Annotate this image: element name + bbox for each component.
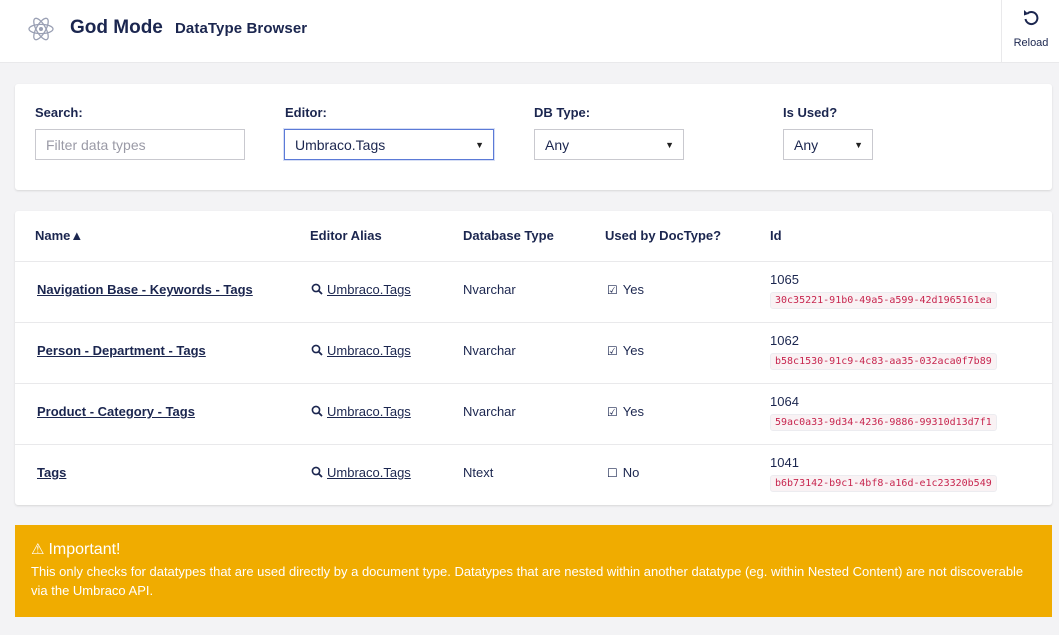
reload-icon — [1024, 10, 1039, 26]
editor-alias-link[interactable]: Umbraco.Tags — [311, 343, 411, 358]
used-status-text: Yes — [622, 343, 644, 358]
datatype-id: 1041 — [770, 455, 799, 470]
datatype-table: Name▲ Editor Alias Database Type Used by… — [15, 211, 1052, 505]
used-status-text: Yes — [622, 282, 644, 297]
chevron-down-icon: ▼ — [854, 140, 863, 150]
datatype-name-link[interactable]: Navigation Base - Keywords - Tags — [37, 282, 253, 297]
database-type: Ntext — [463, 465, 494, 480]
used-status: ☑ Yes — [607, 282, 644, 297]
column-header-used[interactable]: Used by DocType? — [605, 228, 721, 243]
datatype-guid: b6b73142-b9c1-4bf8-a16d-e1c23320b549 — [770, 475, 997, 492]
editor-alias-text: Umbraco.Tags — [327, 282, 411, 297]
used-status: ☑ Yes — [607, 404, 644, 419]
table-row: Navigation Base - Keywords - Tags Umbrac… — [15, 261, 1052, 322]
column-header-id[interactable]: Id — [770, 228, 782, 243]
reload-label: Reload — [1013, 37, 1049, 49]
datatype-guid: b58c1530-91c9-4c83-aa35-032aca0f7b89 — [770, 353, 997, 370]
table-row: Product - Category - Tags Umbraco.Tags N… — [15, 383, 1052, 444]
database-type: Nvarchar — [463, 282, 516, 297]
table-row: Tags Umbraco.Tags Ntext ☐ No 1041 b6b7314… — [15, 444, 1052, 505]
alert-body: This only checks for datatypes that are … — [31, 564, 1024, 598]
datatype-guid: 59ac0a33-9d34-4236-9886-99310d13d7f1 — [770, 414, 997, 431]
chevron-down-icon: ▼ — [665, 140, 674, 150]
editor-alias-link[interactable]: Umbraco.Tags — [311, 282, 411, 297]
editor-alias-link[interactable]: Umbraco.Tags — [311, 404, 411, 419]
filter-panel: Search: Filter data types Editor: Umbrac… — [15, 84, 1052, 190]
editor-select[interactable]: Umbraco.Tags ▼ — [284, 129, 494, 160]
atom-icon — [28, 17, 54, 41]
used-status: ☐ No — [607, 465, 639, 480]
datatype-name-link[interactable]: Product - Category - Tags — [37, 404, 195, 419]
search-input[interactable]: Filter data types — [35, 129, 245, 160]
column-header-dbtype[interactable]: Database Type — [463, 228, 554, 243]
datatype-name-link[interactable]: Person - Department - Tags — [37, 343, 206, 358]
chevron-down-icon: ▼ — [475, 140, 484, 150]
table-row: Person - Department - Tags Umbraco.Tags … — [15, 322, 1052, 383]
alert-title-line: ⚠ Important! — [31, 540, 1036, 559]
editor-label: Editor: — [285, 105, 327, 120]
search-icon — [311, 344, 323, 356]
checked-box-icon: ☑ — [607, 344, 618, 358]
datatype-name-link[interactable]: Tags — [37, 465, 66, 480]
database-type: Nvarchar — [463, 343, 516, 358]
alert-title: Important! — [48, 541, 121, 558]
dbtype-select-value: Any — [545, 137, 570, 153]
editor-alias-text: Umbraco.Tags — [327, 404, 411, 419]
isused-select[interactable]: Any ▼ — [783, 129, 873, 160]
isused-label: Is Used? — [783, 105, 838, 120]
column-header-alias[interactable]: Editor Alias — [310, 228, 382, 243]
dbtype-label: DB Type: — [534, 105, 591, 120]
checked-box-icon: ☑ — [607, 405, 618, 419]
page-title: DataType Browser — [175, 20, 308, 37]
editor-alias-text: Umbraco.Tags — [327, 343, 411, 358]
used-status: ☑ Yes — [607, 343, 644, 358]
search-label: Search: — [35, 105, 83, 120]
editor-alias-link[interactable]: Umbraco.Tags — [311, 465, 411, 480]
datatype-id: 1064 — [770, 394, 799, 409]
used-status-text: No — [622, 465, 640, 480]
database-type: Nvarchar — [463, 404, 516, 419]
isused-select-value: Any — [794, 137, 819, 153]
checked-box-icon: ☑ — [607, 283, 618, 297]
editor-alias-text: Umbraco.Tags — [327, 465, 411, 480]
dbtype-select[interactable]: Any ▼ — [534, 129, 684, 160]
search-icon — [311, 466, 323, 478]
unchecked-box-icon: ☐ — [607, 466, 618, 480]
search-icon — [311, 405, 323, 417]
top-header: God Mode DataType Browser Reload — [0, 0, 1059, 63]
important-alert: ⚠ Important! This only checks for datatyp… — [15, 525, 1052, 617]
warning-icon: ⚠ — [31, 541, 45, 558]
search-icon — [311, 283, 323, 295]
datatype-id: 1065 — [770, 272, 799, 287]
datatype-guid: 30c35221-91b0-49a5-a599-42d1965161ea — [770, 292, 997, 309]
used-status-text: Yes — [622, 404, 644, 419]
editor-select-value: Umbraco.Tags — [295, 137, 386, 153]
column-header-name[interactable]: Name▲ — [35, 228, 83, 243]
app-title: God Mode — [70, 17, 163, 38]
reload-button[interactable]: Reload — [1001, 0, 1059, 63]
datatype-id: 1062 — [770, 333, 799, 348]
